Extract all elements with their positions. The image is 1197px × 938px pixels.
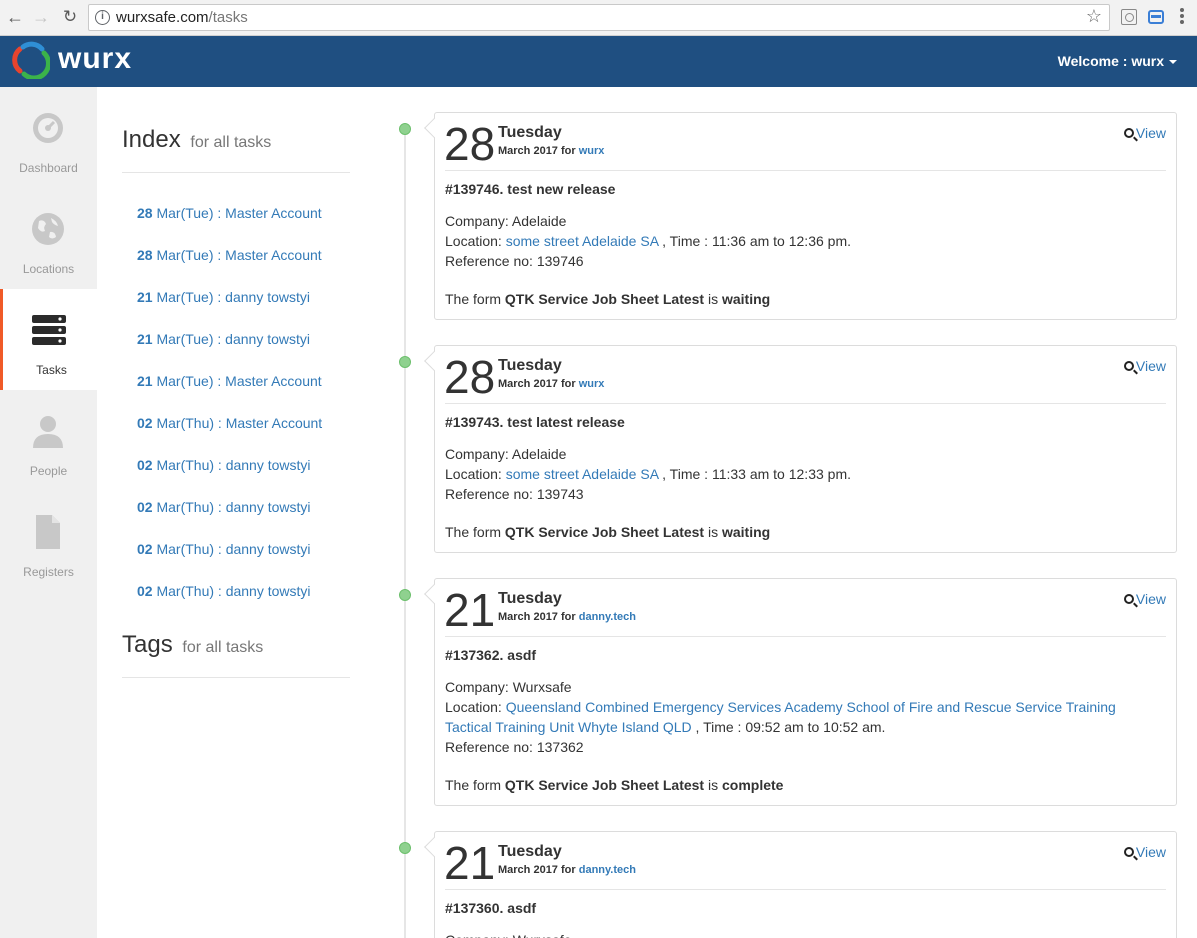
sidebar-item-label: Registers (23, 565, 74, 579)
task-month: March 2017 for wurx (498, 378, 605, 390)
url-text[interactable]: wurxsafe.com/tasks (116, 9, 248, 26)
forward-arrow-icon[interactable]: → (30, 6, 52, 28)
task-weekday: Tuesday (498, 124, 562, 141)
app-header: wurx Welcome : wurx (0, 36, 1197, 87)
search-icon (1123, 361, 1134, 371)
task-title: #139743. test latest release (445, 414, 625, 430)
task-month: March 2017 for wurx (498, 145, 605, 157)
task-card: 21 Tuesday March 2017 for danny.tech Vie… (424, 578, 1177, 806)
task-month: March 2017 for danny.tech (498, 864, 636, 876)
index-link[interactable]: 02 Mar(Thu) : danny towstyi (137, 499, 311, 515)
sidebar-item-label: People (29, 464, 68, 478)
task-weekday: Tuesday (498, 843, 562, 860)
form-status: The form QTK Service Job Sheet Latest is… (445, 524, 771, 540)
sidebar-item-locations[interactable]: Locations (0, 188, 97, 289)
task-card: 28 Tuesday March 2017 for wurx View #139… (424, 112, 1177, 320)
bookmark-star-icon[interactable]: ☆ (1086, 6, 1102, 27)
browser-toolbar: ← → ↻ i wurxsafe.com/tasks ☆ (0, 0, 1197, 36)
sidebar-item-people[interactable]: People (0, 390, 97, 491)
server-icon (32, 315, 66, 345)
task-weekday: Tuesday (498, 590, 562, 607)
task-user-link[interactable]: wurx (579, 145, 605, 157)
timeline-line (404, 128, 406, 938)
form-status: The form QTK Service Job Sheet Latest is… (445, 291, 771, 307)
task-user-link[interactable]: danny.tech (579, 611, 636, 623)
index-link[interactable]: 21 Mar(Tue) : danny towstyi (137, 289, 310, 305)
user-menu-toggle[interactable]: Welcome : wurx (1058, 53, 1177, 69)
wurx-logo-icon[interactable] (12, 41, 50, 79)
view-task-button[interactable]: View (1123, 844, 1166, 860)
form-status: The form QTK Service Job Sheet Latest is… (445, 777, 784, 793)
task-day: 28 (444, 351, 496, 403)
task-info: Company: Adelaide Location: some street … (445, 213, 851, 269)
sidebar-item-tasks[interactable]: Tasks (0, 289, 97, 390)
index-link[interactable]: 02 Mar(Thu) : Master Account (137, 415, 322, 431)
location-link[interactable]: some street Adelaide SA (506, 466, 659, 482)
reload-icon[interactable]: ↻ (59, 6, 81, 28)
index-link[interactable]: 02 Mar(Thu) : danny towstyi (137, 457, 311, 473)
tags-heading: Tags for all tasks (122, 631, 264, 658)
index-link[interactable]: 28 Mar(Tue) : Master Account (137, 205, 322, 221)
person-icon (33, 416, 63, 448)
task-card: 21 Tuesday March 2017 for danny.tech Vie… (424, 831, 1177, 938)
location-link[interactable]: some street Adelaide SA (506, 233, 659, 249)
sidebar-item-label: Locations (22, 262, 75, 276)
timeline-dot (399, 356, 411, 368)
sidebar-item-dashboard[interactable]: Dashboard (0, 87, 97, 188)
timeline-dot (399, 589, 411, 601)
extension-print-icon[interactable] (1148, 10, 1164, 24)
caret-down-icon (1169, 60, 1177, 65)
extension-icon[interactable] (1121, 9, 1137, 25)
sidebar-item-registers[interactable]: Registers (0, 491, 97, 592)
index-link[interactable]: 21 Mar(Tue) : danny towstyi (137, 331, 310, 347)
browser-menu-icon[interactable] (1180, 8, 1184, 26)
task-day: 21 (444, 584, 496, 636)
task-card: 28 Tuesday March 2017 for wurx View #139… (424, 345, 1177, 553)
divider (122, 172, 350, 173)
sidebar-item-label: Tasks (36, 363, 67, 377)
task-title: #139746. test new release (445, 181, 616, 197)
sidebar-item-label: Dashboard (19, 161, 78, 175)
index-link[interactable]: 21 Mar(Tue) : Master Account (137, 373, 322, 389)
info-icon[interactable]: i (95, 10, 110, 25)
index-heading: Index for all tasks (122, 126, 272, 153)
task-day: 21 (444, 837, 496, 889)
view-task-button[interactable]: View (1123, 125, 1166, 141)
task-user-link[interactable]: wurx (579, 378, 605, 390)
index-link[interactable]: 28 Mar(Tue) : Master Account (137, 247, 322, 263)
task-weekday: Tuesday (498, 357, 562, 374)
task-user-link[interactable]: danny.tech (579, 864, 636, 876)
dashboard-icon (33, 113, 63, 143)
address-bar[interactable]: i wurxsafe.com/tasks ☆ (88, 4, 1110, 31)
timeline-dot (399, 123, 411, 135)
timeline-dot (399, 842, 411, 854)
task-info: Company: Wurxsafe Location: Queensland C… (445, 679, 1116, 755)
index-link[interactable]: 02 Mar(Thu) : danny towstyi (137, 583, 311, 599)
document-icon (36, 515, 60, 549)
task-title: #137362. asdf (445, 647, 537, 663)
search-icon (1123, 594, 1134, 604)
index-link[interactable]: 02 Mar(Thu) : danny towstyi (137, 541, 311, 557)
task-month: March 2017 for danny.tech (498, 611, 636, 623)
task-info: Company: Adelaide Location: some street … (445, 446, 851, 502)
view-task-button[interactable]: View (1123, 591, 1166, 607)
search-icon (1123, 128, 1134, 138)
brand-name[interactable]: wurx (58, 42, 132, 76)
sidebar: Dashboard Locations Tasks People Registe… (0, 87, 97, 938)
divider (122, 677, 350, 678)
task-title: #137360. asdf (445, 900, 537, 916)
task-info: Company: Wurxsafe (445, 930, 1145, 938)
back-arrow-icon[interactable]: ← (4, 6, 26, 28)
view-task-button[interactable]: View (1123, 358, 1166, 374)
task-day: 28 (444, 118, 496, 170)
globe-icon (32, 213, 64, 245)
search-icon (1123, 847, 1134, 857)
